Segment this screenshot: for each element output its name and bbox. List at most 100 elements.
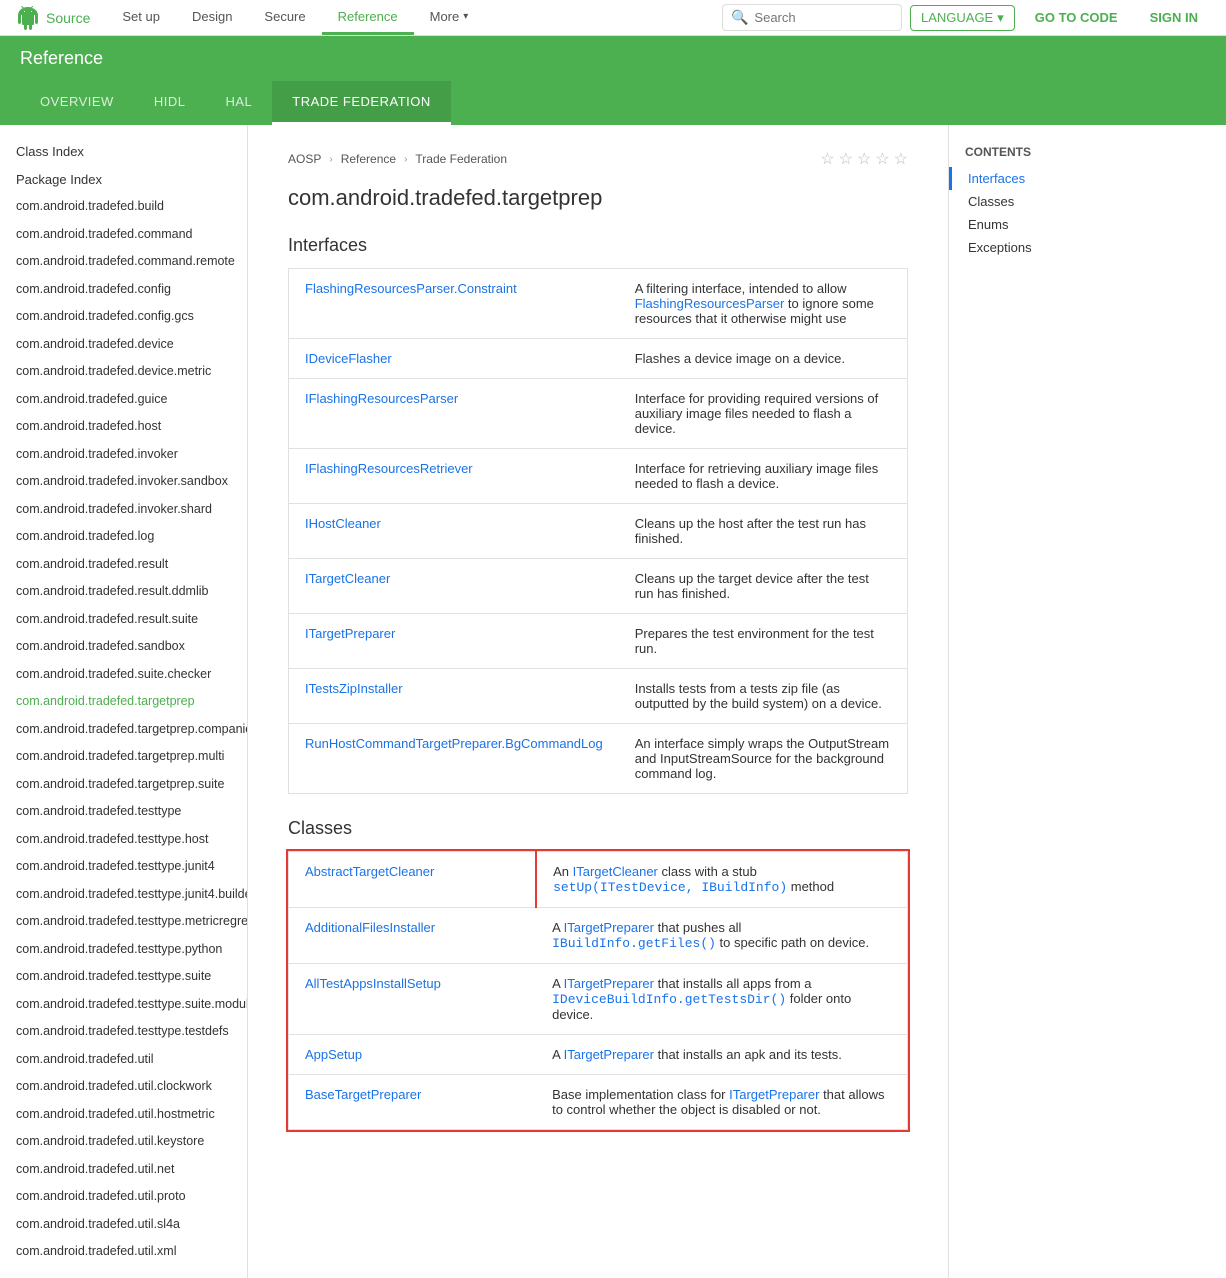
breadcrumb-trade-federation[interactable]: Trade Federation bbox=[415, 152, 507, 166]
logo[interactable]: Source bbox=[16, 6, 90, 30]
star-4[interactable]: ☆ bbox=[875, 149, 889, 169]
nav-link-secure[interactable]: Secure bbox=[248, 0, 321, 35]
sidebar-item-testtype-junit4[interactable]: com.android.tradefed.testtype.junit4 bbox=[0, 853, 247, 881]
sidebar-item-util-hostmetric[interactable]: com.android.tradefed.util.hostmetric bbox=[0, 1101, 247, 1129]
sidebar-item-testtype-suite-module[interactable]: com.android.tradefed.testtype.suite.modu… bbox=[0, 991, 247, 1019]
sidebar-item-testtype-testdefs[interactable]: com.android.tradefed.testtype.testdefs bbox=[0, 1018, 247, 1046]
star-rating[interactable]: ☆ ☆ ☆ ☆ ☆ bbox=[820, 149, 908, 169]
star-1[interactable]: ☆ bbox=[820, 149, 834, 169]
interface-link-itarget-cleaner[interactable]: ITargetCleaner bbox=[305, 571, 390, 586]
star-3[interactable]: ☆ bbox=[857, 149, 871, 169]
sidebar-item-command-remote[interactable]: com.android.tradefed.command.remote bbox=[0, 248, 247, 276]
search-input[interactable] bbox=[754, 10, 894, 25]
class-link-app-setup[interactable]: AppSetup bbox=[305, 1047, 362, 1062]
class-link-all-test-apps[interactable]: AllTestAppsInstallSetup bbox=[305, 976, 441, 991]
sidebar-item-targetprep-companion[interactable]: com.android.tradefed.targetprep.companio… bbox=[0, 716, 247, 744]
class-link-idevicebuildinfo-inline[interactable]: IDeviceBuildInfo.getTestsDir() bbox=[552, 991, 786, 1006]
sidebar-item-util-clockwork[interactable]: com.android.tradefed.util.clockwork bbox=[0, 1073, 247, 1101]
sidebar-item-util-proto[interactable]: com.android.tradefed.util.proto bbox=[0, 1183, 247, 1211]
class-link-itarget-preparer-inline1[interactable]: ITargetPreparer bbox=[564, 920, 654, 935]
sidebar-item-result-ddmlib[interactable]: com.android.tradefed.result.ddmlib bbox=[0, 578, 247, 606]
interface-link-flashing-constraint[interactable]: FlashingResourcesParser.Constraint bbox=[305, 281, 517, 296]
class-link-additional-files-installer[interactable]: AdditionalFilesInstaller bbox=[305, 920, 435, 935]
breadcrumb-reference[interactable]: Reference bbox=[341, 152, 396, 166]
sidebar-item-targetprep-suite[interactable]: com.android.tradefed.targetprep.suite bbox=[0, 771, 247, 799]
class-link-itarget-preparer-inline3[interactable]: ITargetPreparer bbox=[564, 1047, 654, 1062]
right-sidebar-item-classes[interactable]: Classes bbox=[949, 190, 1148, 213]
interface-link-run-host-command[interactable]: RunHostCommandTargetPreparer.BgCommandLo… bbox=[305, 736, 603, 751]
sidebar-item-testtype-python[interactable]: com.android.tradefed.testtype.python bbox=[0, 936, 247, 964]
right-sidebar-item-enums[interactable]: Enums bbox=[949, 213, 1148, 236]
class-link-abstract-target-cleaner[interactable]: AbstractTargetCleaner bbox=[305, 864, 434, 879]
sign-in-button[interactable]: SIGN IN bbox=[1138, 6, 1210, 29]
sidebar-item-config-gcs[interactable]: com.android.tradefed.config.gcs bbox=[0, 303, 247, 331]
tab-hal[interactable]: HAL bbox=[205, 81, 272, 125]
nav-link-more[interactable]: More ▾ bbox=[414, 0, 485, 35]
tab-hidl[interactable]: HIDL bbox=[134, 81, 206, 125]
sidebar-item-guice[interactable]: com.android.tradefed.guice bbox=[0, 386, 247, 414]
interface-link-iflashing-resources-parser[interactable]: IFlashingResourcesParser bbox=[305, 391, 458, 406]
table-row: ITestsZipInstaller Installs tests from a… bbox=[289, 669, 908, 724]
class-link-ibuildinfo-getfiles-inline[interactable]: IBuildInfo.getFiles() bbox=[552, 935, 716, 950]
sidebar-item-testtype-suite[interactable]: com.android.tradefed.testtype.suite bbox=[0, 963, 247, 991]
sidebar-item-suite-checker[interactable]: com.android.tradefed.suite.checker bbox=[0, 661, 247, 689]
sidebar-item-testtype-metricregression[interactable]: com.android.tradefed.testtype.metricregr… bbox=[0, 908, 247, 936]
nav-link-reference[interactable]: Reference bbox=[322, 0, 414, 35]
interface-link-itarget-preparer[interactable]: ITargetPreparer bbox=[305, 626, 395, 641]
sidebar-item-host[interactable]: com.android.tradefed.host bbox=[0, 413, 247, 441]
sidebar-item-invoker-shard[interactable]: com.android.tradefed.invoker.shard bbox=[0, 496, 247, 524]
sidebar-item-invoker[interactable]: com.android.tradefed.invoker bbox=[0, 441, 247, 469]
sidebar-item-testtype-host[interactable]: com.android.tradefed.testtype.host bbox=[0, 826, 247, 854]
reference-header-title: Reference bbox=[20, 48, 103, 68]
sidebar-item-util-xml[interactable]: com.android.tradefed.util.xml bbox=[0, 1238, 247, 1266]
sidebar-item-sandbox[interactable]: com.android.tradefed.sandbox bbox=[0, 633, 247, 661]
nav-links: Set up Design Secure Reference More ▾ bbox=[106, 0, 484, 35]
sidebar-item-targetprep-multi[interactable]: com.android.tradefed.targetprep.multi bbox=[0, 743, 247, 771]
nav-link-design[interactable]: Design bbox=[176, 0, 248, 35]
right-sidebar-item-exceptions[interactable]: Exceptions bbox=[949, 236, 1148, 259]
sidebar-item-targetprep[interactable]: com.android.tradefed.targetprep bbox=[0, 688, 247, 716]
class-link-itarget-cleaner-inline[interactable]: ITargetCleaner bbox=[573, 864, 658, 879]
sidebar-item-command[interactable]: com.android.tradefed.command bbox=[0, 221, 247, 249]
sidebar-item-log[interactable]: com.android.tradefed.log bbox=[0, 523, 247, 551]
sidebar-item-package-index[interactable]: Package Index bbox=[0, 165, 247, 193]
table-row: AppSetup A ITargetPreparer that installs… bbox=[289, 1035, 908, 1075]
sub-nav: OVERVIEW HIDL HAL TRADE FEDERATION bbox=[0, 81, 1226, 125]
sidebar-item-testtype-junit4-builder[interactable]: com.android.tradefed.testtype.junit4.bui… bbox=[0, 881, 247, 909]
sidebar-item-result-suite[interactable]: com.android.tradefed.result.suite bbox=[0, 606, 247, 634]
class-link-itarget-preparer-inline4[interactable]: ITargetPreparer bbox=[729, 1087, 819, 1102]
sidebar-item-device[interactable]: com.android.tradefed.device bbox=[0, 331, 247, 359]
sidebar-item-util-net[interactable]: com.android.tradefed.util.net bbox=[0, 1156, 247, 1184]
right-sidebar-item-interfaces[interactable]: Interfaces bbox=[949, 167, 1148, 190]
tab-trade-federation[interactable]: TRADE FEDERATION bbox=[272, 81, 451, 125]
sidebar-item-invoker-sandbox[interactable]: com.android.tradefed.invoker.sandbox bbox=[0, 468, 247, 496]
sidebar-item-result[interactable]: com.android.tradefed.result bbox=[0, 551, 247, 579]
language-button[interactable]: LANGUAGE ▾ bbox=[910, 5, 1015, 31]
tab-overview[interactable]: OVERVIEW bbox=[20, 81, 134, 125]
sidebar-item-device-metric[interactable]: com.android.tradefed.device.metric bbox=[0, 358, 247, 386]
sidebar-item-util-keystore[interactable]: com.android.tradefed.util.keystore bbox=[0, 1128, 247, 1156]
class-link-base-target-preparer[interactable]: BaseTargetPreparer bbox=[305, 1087, 421, 1102]
sidebar-item-config[interactable]: com.android.tradefed.config bbox=[0, 276, 247, 304]
interface-link-iflashing-resources-retriever[interactable]: IFlashingResourcesRetriever bbox=[305, 461, 473, 476]
table-row: AllTestAppsInstallSetup A ITargetPrepare… bbox=[289, 964, 908, 1035]
star-2[interactable]: ☆ bbox=[839, 149, 853, 169]
class-link-setup-inline[interactable]: setUp(ITestDevice, IBuildInfo) bbox=[553, 879, 787, 894]
interface-link-flashing-parser-inline[interactable]: FlashingResourcesParser bbox=[635, 296, 785, 311]
star-5[interactable]: ☆ bbox=[894, 149, 908, 169]
search-box[interactable]: 🔍 bbox=[722, 4, 902, 31]
goto-code-button[interactable]: GO TO CODE bbox=[1023, 6, 1130, 29]
language-arrow-icon: ▾ bbox=[997, 10, 1004, 26]
interface-link-idevice-flasher[interactable]: IDeviceFlasher bbox=[305, 351, 392, 366]
interface-link-itests-zip-installer[interactable]: ITestsZipInstaller bbox=[305, 681, 403, 696]
nav-link-setup[interactable]: Set up bbox=[106, 0, 176, 35]
class-link-itarget-preparer-inline2[interactable]: ITargetPreparer bbox=[564, 976, 654, 991]
table-row: RunHostCommandTargetPreparer.BgCommandLo… bbox=[289, 724, 908, 794]
interface-link-ihost-cleaner[interactable]: IHostCleaner bbox=[305, 516, 381, 531]
sidebar-item-util-sl4a[interactable]: com.android.tradefed.util.sl4a bbox=[0, 1211, 247, 1239]
sidebar-item-class-index[interactable]: Class Index bbox=[0, 137, 247, 165]
breadcrumb-aosp[interactable]: AOSP bbox=[288, 152, 321, 166]
sidebar-item-util[interactable]: com.android.tradefed.util bbox=[0, 1046, 247, 1074]
sidebar-item-testtype[interactable]: com.android.tradefed.testtype bbox=[0, 798, 247, 826]
sidebar-item-build[interactable]: com.android.tradefed.build bbox=[0, 193, 247, 221]
